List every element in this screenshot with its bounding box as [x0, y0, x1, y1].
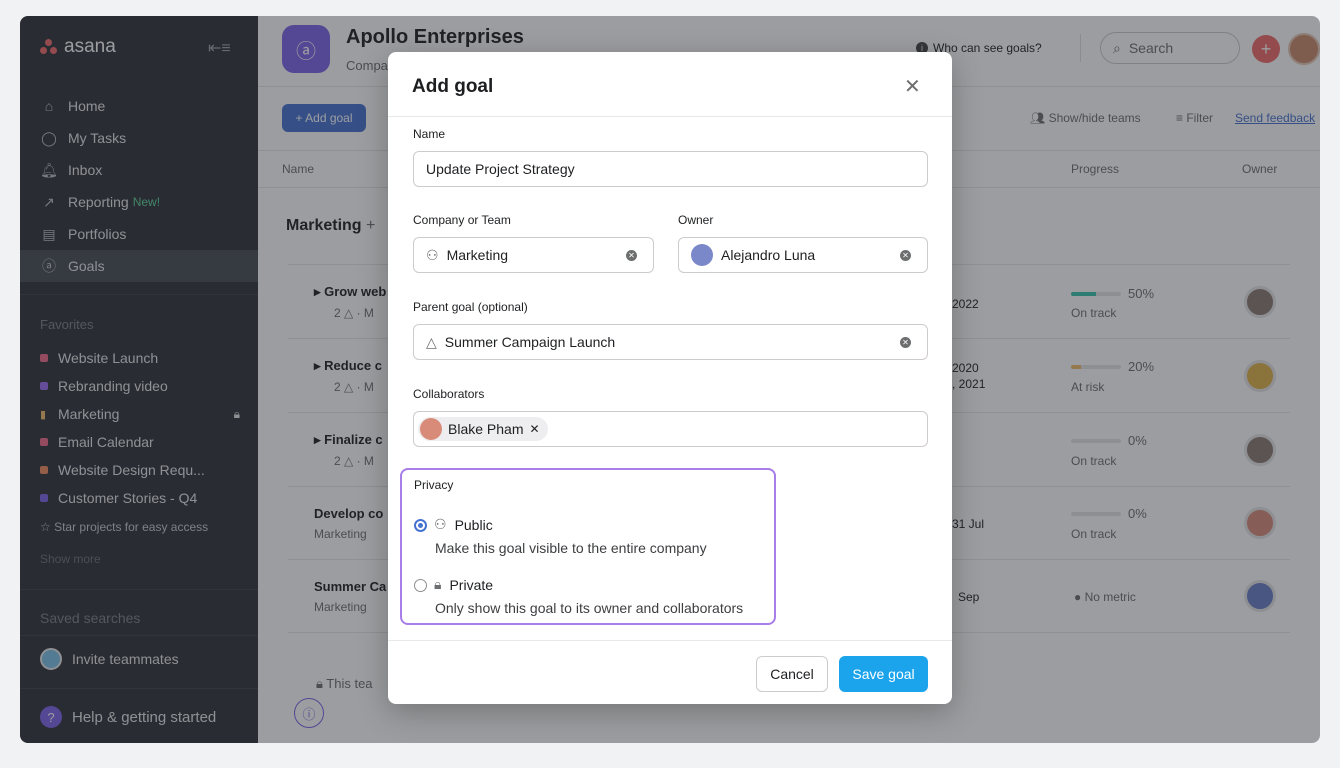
owner-value: Alejandro Luna	[721, 247, 816, 263]
parent-goal-value: Summer Campaign Launch	[444, 334, 616, 350]
public-radio[interactable]	[414, 519, 427, 532]
parent-goal-label: Parent goal (optional)	[413, 300, 528, 314]
clear-team-icon[interactable]: ✕	[626, 249, 637, 261]
private-option[interactable]: 🔒︎ Private	[434, 576, 493, 593]
private-description: Only show this goal to its owner and col…	[435, 600, 744, 616]
dialog-title: Add goal	[412, 76, 494, 97]
name-label: Name	[413, 127, 446, 141]
add-goal-dialog: Add goal ✕ Name Update Project Strategy …	[388, 52, 952, 704]
private-radio[interactable]	[414, 579, 427, 592]
public-title: Public	[454, 516, 493, 533]
remove-collaborator-icon[interactable]: ✕	[529, 422, 539, 436]
team-label: Company or Team	[413, 213, 511, 227]
collaborator-avatar	[420, 418, 442, 440]
team-value: Marketing	[446, 247, 509, 263]
privacy-label: Privacy	[414, 478, 454, 492]
collaborator-name: Blake Pham	[448, 421, 524, 437]
triangle-icon: △	[426, 333, 437, 350]
clear-owner-icon[interactable]: ✕	[900, 249, 911, 261]
team-select[interactable]: ⚇ Marketing ✕	[413, 237, 654, 273]
privacy-section: Privacy ⚇ Public Make this goal visible t…	[400, 468, 776, 625]
dialog-footer-divider	[388, 640, 952, 641]
owner-avatar	[691, 244, 713, 266]
collaborators-input[interactable]: Blake Pham ✕	[413, 411, 928, 447]
close-icon[interactable]: ✕	[904, 74, 921, 99]
public-description: Make this goal visible to the entire com…	[435, 540, 707, 556]
goal-name-value: Update Project Strategy	[426, 161, 575, 177]
lock-icon: 🔒︎	[434, 576, 442, 592]
public-option[interactable]: ⚇ Public	[434, 516, 493, 533]
save-goal-button[interactable]: Save goal	[839, 656, 928, 692]
collaborator-chip[interactable]: Blake Pham ✕	[418, 417, 548, 441]
collaborators-label: Collaborators	[413, 387, 485, 401]
owner-label: Owner	[678, 213, 714, 227]
clear-parent-goal-icon[interactable]: ✕	[900, 336, 911, 348]
private-title: Private	[449, 576, 494, 593]
parent-goal-select[interactable]: △ Summer Campaign Launch ✕	[413, 324, 928, 360]
people-icon: ⚇	[434, 516, 447, 532]
dialog-header-divider	[388, 116, 952, 117]
goal-name-input[interactable]: Update Project Strategy	[413, 151, 928, 187]
cancel-button[interactable]: Cancel	[756, 656, 828, 692]
team-icon: ⚇	[426, 246, 439, 263]
owner-select[interactable]: Alejandro Luna ✕	[678, 237, 928, 273]
